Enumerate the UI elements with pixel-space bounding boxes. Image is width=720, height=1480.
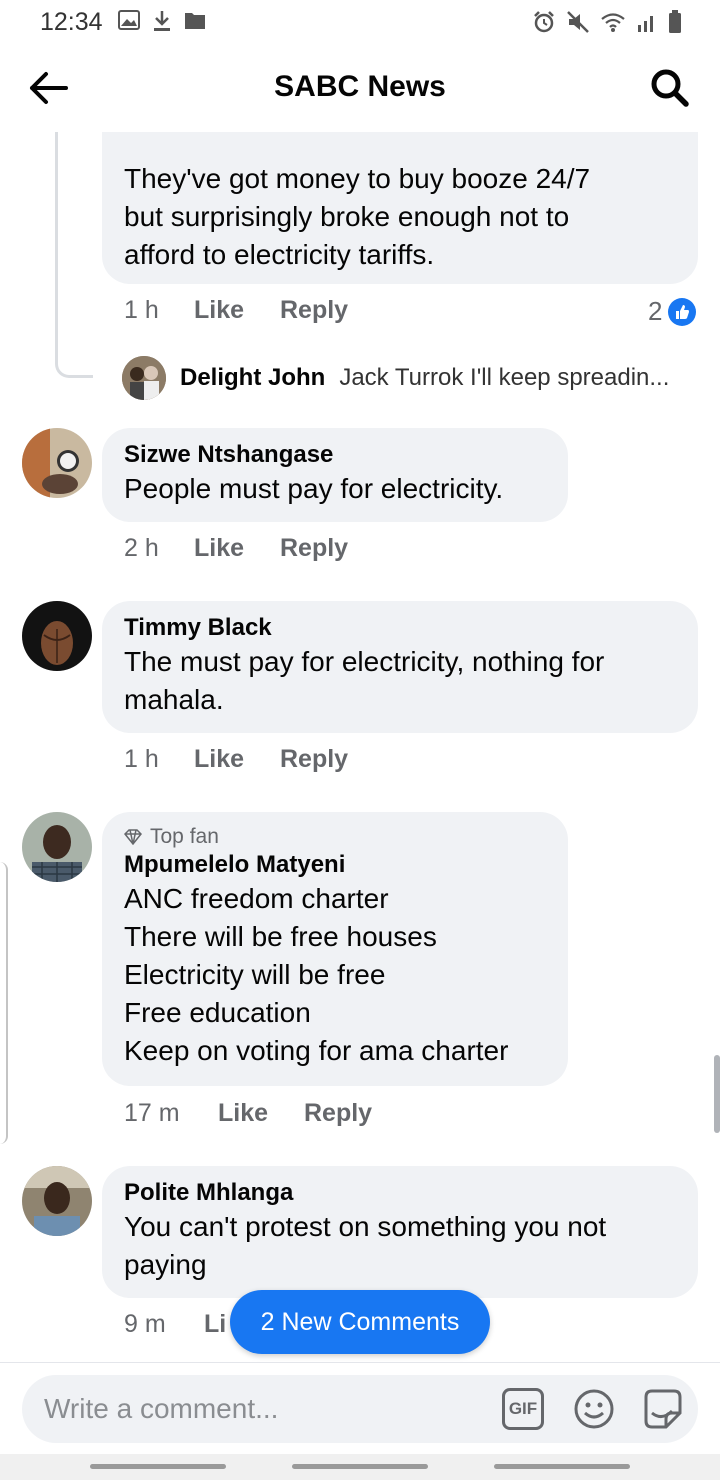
status-bar: 12:34 [0,0,720,44]
comment-text: They've got money to buy booze 24/7 but … [124,163,591,270]
nav-back-button[interactable] [494,1464,630,1469]
comment-text: You can't protest on something you not p… [124,1211,607,1280]
comment-author[interactable]: Timmy Black [124,613,676,643]
reaction-count: 2 [648,296,663,326]
new-comments-button[interactable]: 2 New Comments [230,1290,490,1354]
comment-actions: 2 h Like Reply [124,534,348,563]
wifi-icon [600,11,626,38]
comment-bubble[interactable]: Timmy Black The must pay for electricity… [102,601,698,733]
scrollbar[interactable] [714,1055,720,1133]
comment-bubble[interactable]: They've got money to buy booze 24/7 but … [102,132,698,284]
like-button[interactable]: Li [204,1310,226,1339]
nav-home-button[interactable] [292,1464,428,1469]
avatar [122,356,166,400]
comment-text: ANC freedom charter There will be free h… [124,883,509,1066]
comment-composer-bar: Write a comment... GIF [0,1362,720,1454]
reply-button[interactable]: Reply [280,534,348,563]
comment-author[interactable]: Polite Mhlanga [124,1178,676,1208]
reply-author: Delight John [180,364,326,391]
system-nav-bar [0,1454,720,1480]
status-time: 12:34 [40,8,103,36]
comment-time: 1 h [124,296,159,324]
mute-icon [566,10,590,39]
avatar[interactable] [22,428,92,498]
status-left-icons [118,10,206,37]
emoji-button[interactable] [572,1387,616,1431]
avatar[interactable] [22,1166,92,1236]
reply-preview[interactable]: Delight John Jack Turrok I'll keep sprea… [122,356,669,400]
like-button[interactable]: Like [194,745,280,774]
like-button[interactable]: Like [194,534,280,563]
like-button[interactable]: Like [218,1099,304,1128]
search-icon [651,69,689,107]
comment-actions: 9 m Li [124,1310,226,1339]
alarm-icon [532,10,556,39]
sticker-button[interactable] [640,1387,686,1433]
comment-actions: 1 h Like Reply [124,745,348,774]
app-header: SABC News [0,44,720,132]
thumbs-up-icon [668,297,697,326]
reply-text: Jack Turrok I'll keep spreadin... [339,364,670,391]
image-icon [118,10,140,37]
avatar[interactable] [22,601,92,671]
top-fan-badge: Top fan [124,824,546,850]
diamond-icon [124,829,142,845]
download-icon [152,10,172,37]
folder-icon [184,10,206,37]
comment-text: People must pay for electricity. [124,473,504,504]
page-title: SABC News [274,70,446,103]
nav-recents-button[interactable] [90,1464,226,1469]
comment-author[interactable]: Mpumelelo Matyeni [124,850,546,880]
gif-button[interactable]: GIF [502,1388,544,1430]
comment-input[interactable]: Write a comment... [44,1393,278,1425]
comment-actions: 17 m Like Reply [124,1099,372,1128]
comment-bubble[interactable]: Top fan Mpumelelo Matyeni ANC freedom ch… [102,812,568,1086]
comment-time: 17 m [124,1099,180,1127]
comment-time: 2 h [124,534,159,562]
search-button[interactable] [648,66,692,110]
comment-time: 1 h [124,745,159,773]
comment-actions: 1 h Like Reply [124,296,348,325]
comment-bubble[interactable]: Sizwe Ntshangase People must pay for ele… [102,428,568,522]
smiley-icon [574,1389,614,1429]
comment-bubble[interactable]: Polite Mhlanga You can't protest on some… [102,1166,698,1298]
top-fan-label: Top fan [150,825,219,848]
avatar[interactable] [22,812,92,882]
sticker-icon [644,1389,682,1429]
battery-icon [668,10,682,39]
signal-icon [636,11,658,38]
reply-button[interactable]: Reply [280,296,348,325]
edge-panel-handle[interactable] [0,862,8,1144]
comment-composer[interactable]: Write a comment... GIF [22,1375,698,1443]
reply-button[interactable]: Reply [280,745,348,774]
status-right-icons [532,10,682,39]
like-button[interactable]: Like [194,296,280,325]
comment-time: 9 m [124,1310,166,1338]
comment-text: The must pay for electricity, nothing fo… [124,646,605,715]
reaction-summary[interactable]: 2 [648,296,697,327]
reply-thread-line [55,132,93,378]
comment-author[interactable]: Sizwe Ntshangase [124,440,546,470]
reply-button[interactable]: Reply [304,1099,372,1128]
comments-screen: 12:34 SABC News They've got money to buy… [0,0,720,1480]
